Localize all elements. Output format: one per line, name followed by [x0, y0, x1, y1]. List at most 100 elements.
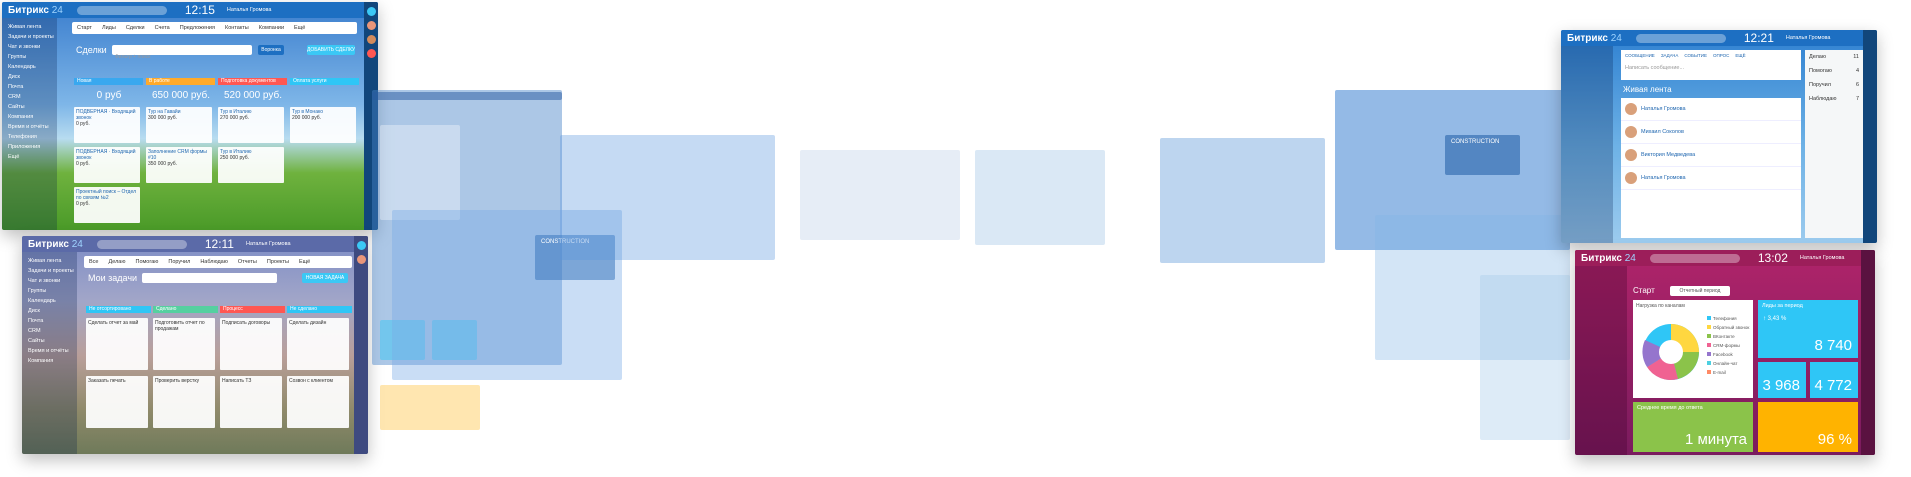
task-counter-row[interactable]: Наблюдаю 7	[1805, 92, 1863, 106]
task-card[interactable]: Сделать дизайн	[287, 318, 349, 370]
deal-title[interactable]: Заполнение CRM формы #10	[148, 149, 207, 161]
sidebar-item[interactable]: Календарь	[2, 62, 57, 72]
tab[interactable]: Ещё	[299, 259, 310, 265]
task-card[interactable]: Написать ТЗ	[220, 376, 282, 428]
post-author[interactable]: Наталья Громова	[1641, 106, 1686, 112]
avatar[interactable]	[1625, 126, 1637, 138]
deal-title[interactable]: Проектный поиск – Отдел по связям №2	[76, 189, 136, 201]
post-type-tab[interactable]: СООБЩЕНИЕ	[1625, 53, 1655, 58]
deal-title[interactable]: ПОДВЕРНАЯ · Входящий звонок	[76, 109, 135, 121]
user-name[interactable]: Наталья Громова	[246, 241, 291, 247]
deal-card[interactable]: Проектный поиск – Отдел по связям №2 0 ру…	[74, 187, 140, 223]
chat-icon[interactable]	[366, 7, 376, 16]
feed-post[interactable]: Михаил Соколов	[1621, 121, 1801, 144]
sidebar-item[interactable]: Время и отчёты	[2, 122, 57, 132]
tab[interactable]: Проекты	[267, 259, 289, 265]
task-column-header[interactable]: Процесс	[220, 306, 285, 313]
tab[interactable]: Предложения	[180, 25, 215, 31]
sidebar-item[interactable]: Группы	[22, 286, 77, 296]
sidebar-item[interactable]: Живая лента	[2, 22, 57, 32]
task-counter-row[interactable]: Делаю 11	[1805, 50, 1863, 64]
deal-card[interactable]: Тур в Монако 200 000 руб.	[290, 107, 356, 143]
sidebar-item[interactable]: Группы	[2, 52, 57, 62]
app-logo[interactable]: Битрикс 24	[28, 239, 83, 250]
kpi-tile[interactable]: 3 968	[1758, 362, 1806, 398]
funnel-button[interactable]: Воронка	[258, 45, 284, 55]
avatar[interactable]	[356, 255, 366, 264]
tab[interactable]: Все	[89, 259, 98, 265]
task-card[interactable]: Созвон с клиентом	[287, 376, 349, 428]
feed-post[interactable]: Наталья Громова	[1621, 98, 1801, 121]
sidebar-item[interactable]: CRM	[22, 326, 77, 336]
deal-card[interactable]: Тур в Италию 270 000 руб.	[218, 107, 284, 143]
sidebar-item[interactable]: Сайты	[22, 336, 77, 346]
sidebar-item[interactable]: Ещё	[2, 152, 57, 162]
avatar[interactable]	[366, 35, 376, 44]
avatar[interactable]	[1625, 172, 1637, 184]
new-task-button[interactable]: НОВАЯ ЗАДАЧА	[302, 273, 348, 283]
stage-header[interactable]: Подготовка документов	[218, 78, 287, 85]
sidebar-item[interactable]: Календарь	[22, 296, 77, 306]
task-column-header[interactable]: Не сделано	[287, 306, 352, 313]
search-input[interactable]	[96, 239, 187, 249]
kpi-tile[interactable]: 96 %	[1758, 402, 1858, 452]
task-column-header[interactable]: Сделано	[153, 306, 218, 313]
chat-icon[interactable]	[356, 241, 366, 250]
post-composer[interactable]: СООБЩЕНИЕ ЗАДАЧА СОБЫТИЕ ОПРОС ЕЩЁ Написать …	[1621, 50, 1801, 80]
avatar[interactable]	[1625, 149, 1637, 161]
tab[interactable]: Старт	[77, 25, 92, 31]
deal-title[interactable]: ПОДВЕРНАЯ · Входящий звонок	[76, 149, 135, 161]
sidebar-item[interactable]: Задачи и проекты	[2, 32, 57, 42]
sidebar-item[interactable]: Телефония	[2, 132, 57, 142]
task-column-header[interactable]: Не отсортировано	[86, 306, 151, 313]
sidebar-item[interactable]: Диск	[22, 306, 77, 316]
deal-card[interactable]: Тур в Италию 250 000 руб.	[218, 147, 284, 183]
user-name[interactable]: Наталья Громова	[1800, 255, 1845, 261]
deal-card[interactable]: ПОДВЕРНАЯ · Входящий звонок 0 руб.	[74, 147, 140, 183]
tab[interactable]: Делаю	[108, 259, 125, 265]
tab[interactable]: Контакты	[225, 25, 249, 31]
sidebar-item[interactable]: Компания	[2, 112, 57, 122]
sidebar-item[interactable]: Живая лента	[22, 256, 77, 266]
search-input[interactable]	[1649, 253, 1740, 263]
user-name[interactable]: Наталья Громова	[1786, 35, 1831, 41]
feed-post[interactable]: Виктория Медведева	[1621, 144, 1801, 167]
search-input[interactable]	[76, 5, 167, 15]
sidebar-item[interactable]: Чат и звонки	[2, 42, 57, 52]
app-logo[interactable]: Битрикс 24	[1567, 33, 1622, 44]
post-author[interactable]: Михаил Соколов	[1641, 129, 1684, 135]
add-deal-button[interactable]: ДОБАВИТЬ СДЕЛКУ	[307, 45, 355, 55]
deal-card[interactable]: Тур на Гавайи 300 000 руб.	[146, 107, 212, 143]
tab[interactable]: Счета	[155, 25, 170, 31]
tab[interactable]: Поручил	[168, 259, 190, 265]
kpi-tile[interactable]: Лиды за период 8 740	[1758, 300, 1858, 358]
deal-card[interactable]: Заполнение CRM формы #10 350 000 руб.	[146, 147, 212, 183]
sidebar-item[interactable]: Время и отчёты	[22, 346, 77, 356]
tab[interactable]: Наблюдаю	[200, 259, 228, 265]
post-type-tab[interactable]: СОБЫТИЕ	[1684, 53, 1707, 58]
post-type-tab[interactable]: ЗАДАЧА	[1661, 53, 1679, 58]
avatar[interactable]	[1625, 103, 1637, 115]
user-name[interactable]: Наталья Громова	[227, 7, 272, 13]
stage-header[interactable]: В работе	[146, 78, 215, 85]
task-card[interactable]: Подготовить отчет по продажам	[153, 318, 215, 370]
task-card[interactable]: Заказать печать	[86, 376, 148, 428]
stage-header[interactable]: Новая	[74, 78, 143, 85]
tab[interactable]: Лиды	[102, 25, 116, 31]
sidebar-item[interactable]: Чат и звонки	[22, 276, 77, 286]
search-input[interactable]	[1635, 33, 1726, 43]
sidebar-item[interactable]: Задачи и проекты	[22, 266, 77, 276]
tab[interactable]: Помогаю	[135, 259, 158, 265]
stage-header[interactable]: Оплата услуги	[290, 78, 359, 85]
post-author[interactable]: Наталья Громова	[1641, 175, 1686, 181]
task-card[interactable]: Подписать договоры	[220, 318, 282, 370]
sidebar-item[interactable]: Почта	[2, 82, 57, 92]
kpi-tile[interactable]: Среднее время до ответа 1 минута	[1633, 402, 1753, 452]
tab[interactable]: Ещё	[294, 25, 305, 31]
deal-card[interactable]: ПОДВЕРНАЯ · Входящий звонок 0 руб.	[74, 107, 140, 143]
feed-post[interactable]: Наталья Громова	[1621, 167, 1801, 190]
sidebar-item[interactable]: Сайты	[2, 102, 57, 112]
sidebar-item[interactable]: CRM	[2, 92, 57, 102]
tab[interactable]: Отчеты	[238, 259, 257, 265]
task-counter-row[interactable]: Помогаю 4	[1805, 64, 1863, 78]
